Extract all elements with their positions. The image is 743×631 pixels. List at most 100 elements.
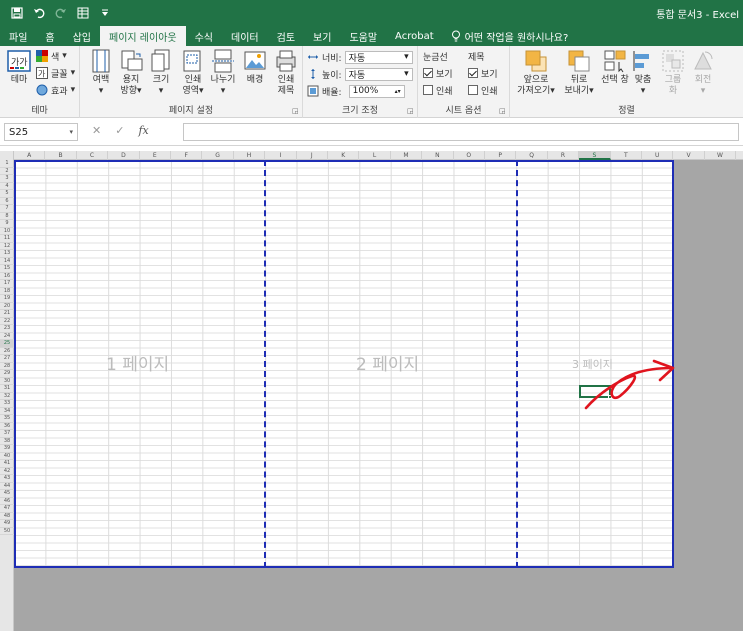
width-dropdown[interactable]: 자동 ▾ xyxy=(344,50,413,64)
name-box[interactable]: S25 ▾ xyxy=(4,123,78,141)
theme-colors-button[interactable]: 색 ▾ xyxy=(36,49,67,63)
rotate-button[interactable]: 회전 ▾ xyxy=(688,49,718,97)
gridlines-print-checkbox[interactable]: 인쇄 xyxy=(423,83,453,97)
save-icon[interactable] xyxy=(8,4,26,22)
page-break-2[interactable] xyxy=(516,160,518,568)
column-header[interactable]: K xyxy=(328,151,360,160)
row-header[interactable]: 18 xyxy=(0,288,14,295)
align-button[interactable]: 맞춤 ▾ xyxy=(628,49,658,97)
tab-acrobat[interactable]: Acrobat xyxy=(386,26,443,46)
column-header[interactable]: G xyxy=(202,151,234,160)
row-header[interactable]: 31 xyxy=(0,385,14,393)
cancel-icon[interactable]: ✕ xyxy=(92,124,101,137)
theme-fonts-button[interactable]: 가 글꼴 ▾ xyxy=(36,66,75,80)
column-header[interactable]: N xyxy=(422,151,454,160)
row-header[interactable]: 28 xyxy=(0,363,14,370)
row-header[interactable]: 24 xyxy=(0,333,14,340)
tab-view[interactable]: 보기 xyxy=(304,26,340,46)
row-header[interactable]: 15 xyxy=(0,265,14,273)
row-header[interactable]: 2 xyxy=(0,168,14,175)
tab-home[interactable]: 홈 xyxy=(36,26,63,46)
scale-spinner[interactable]: 100% ▴▾ xyxy=(348,84,405,98)
row-header[interactable]: 29 xyxy=(0,370,14,378)
row-header[interactable]: 25 xyxy=(0,340,14,348)
page-setup-launcher-icon[interactable]: ◲ xyxy=(292,107,300,115)
tab-review[interactable]: 검토 xyxy=(268,26,304,46)
row-header[interactable]: 38 xyxy=(0,438,14,445)
row-header[interactable]: 47 xyxy=(0,505,14,513)
column-header[interactable]: Q xyxy=(516,151,548,160)
column-header[interactable]: O xyxy=(454,151,485,160)
column-header[interactable]: I xyxy=(265,151,297,160)
select-all-corner[interactable] xyxy=(0,151,14,160)
row-header[interactable]: 13 xyxy=(0,250,14,258)
row-header[interactable]: 35 xyxy=(0,415,14,423)
row-header[interactable]: 10 xyxy=(0,228,14,235)
insert-function-icon[interactable]: fx xyxy=(138,124,148,137)
tab-insert[interactable]: 삽입 xyxy=(64,26,100,46)
group-button[interactable]: 그룹 화 xyxy=(658,49,688,97)
row-header[interactable]: 43 xyxy=(0,475,14,483)
row-header[interactable]: 36 xyxy=(0,423,14,430)
row-header[interactable]: 41 xyxy=(0,460,14,468)
row-header[interactable]: 23 xyxy=(0,325,14,333)
tab-data[interactable]: 데이터 xyxy=(222,26,268,46)
orientation-button[interactable]: 용지 방향▾ xyxy=(114,49,148,97)
row-header[interactable]: 44 xyxy=(0,483,14,490)
column-header[interactable]: P xyxy=(485,151,517,160)
row-header[interactable]: 8 xyxy=(0,213,14,220)
fill-handle[interactable] xyxy=(608,395,612,399)
row-header[interactable]: 27 xyxy=(0,355,14,363)
row-header[interactable]: 12 xyxy=(0,243,14,250)
row-header[interactable]: 20 xyxy=(0,303,14,310)
row-header[interactable]: 50 xyxy=(0,528,14,535)
active-cell[interactable] xyxy=(579,385,612,399)
column-header[interactable]: U xyxy=(642,151,674,160)
print-area-button[interactable]: 인쇄 영역▾ xyxy=(176,49,210,97)
tell-me-search[interactable]: 어떤 작업을 원하시나요? xyxy=(443,26,568,46)
sheet-options-launcher-icon[interactable]: ◲ xyxy=(499,107,507,115)
row-header[interactable]: 7 xyxy=(0,205,14,213)
row-header[interactable]: 16 xyxy=(0,273,14,280)
row-header[interactable]: 42 xyxy=(0,468,14,475)
headings-view-checkbox[interactable]: 보기 xyxy=(468,66,498,80)
column-header[interactable]: V xyxy=(673,151,705,160)
theme-effects-button[interactable]: 효과 ▾ xyxy=(36,83,75,97)
worksheet-grid[interactable]: 1 페이지 2 페이지 3 페이지 xyxy=(14,160,743,631)
row-header[interactable]: 11 xyxy=(0,235,14,243)
column-header[interactable]: F xyxy=(171,151,203,160)
column-header[interactable]: H xyxy=(234,151,266,160)
column-header[interactable]: A xyxy=(14,151,46,160)
redo-icon[interactable] xyxy=(52,4,70,22)
row-header[interactable]: 48 xyxy=(0,513,14,520)
row-header[interactable]: 14 xyxy=(0,258,14,265)
height-dropdown[interactable]: 자동 ▾ xyxy=(344,67,413,81)
gridlines-view-checkbox[interactable]: 보기 xyxy=(423,66,453,80)
margins-button[interactable]: 여백 ▾ xyxy=(84,49,118,97)
column-header[interactable]: R xyxy=(548,151,580,160)
row-header[interactable]: 1 xyxy=(0,160,14,168)
undo-icon[interactable] xyxy=(30,4,48,22)
column-header[interactable]: D xyxy=(108,151,140,160)
row-header[interactable]: 22 xyxy=(0,318,14,325)
row-header[interactable]: 19 xyxy=(0,295,14,303)
print-titles-button[interactable]: 인쇄 제목 xyxy=(269,49,303,97)
breaks-button[interactable]: 나누기 ▾ xyxy=(206,49,240,97)
column-header[interactable]: W xyxy=(705,151,737,160)
tab-formulas[interactable]: 수식 xyxy=(186,26,222,46)
bring-forward-button[interactable]: 앞으로 가져오기▾ xyxy=(514,49,558,97)
row-header[interactable]: 40 xyxy=(0,453,14,460)
row-header[interactable]: 26 xyxy=(0,348,14,355)
row-header[interactable]: 33 xyxy=(0,400,14,408)
row-header[interactable]: 3 xyxy=(0,175,14,183)
column-header[interactable]: E xyxy=(140,151,171,160)
column-header[interactable]: B xyxy=(45,151,77,160)
tab-help[interactable]: 도움말 xyxy=(340,26,386,46)
column-header[interactable]: S xyxy=(579,151,611,160)
row-header[interactable]: 5 xyxy=(0,190,14,198)
scale-launcher-icon[interactable]: ◲ xyxy=(407,107,415,115)
row-header[interactable]: 21 xyxy=(0,310,14,318)
row-header[interactable]: 6 xyxy=(0,198,14,205)
column-header[interactable]: L xyxy=(359,151,391,160)
tab-file[interactable]: 파일 xyxy=(0,26,36,46)
